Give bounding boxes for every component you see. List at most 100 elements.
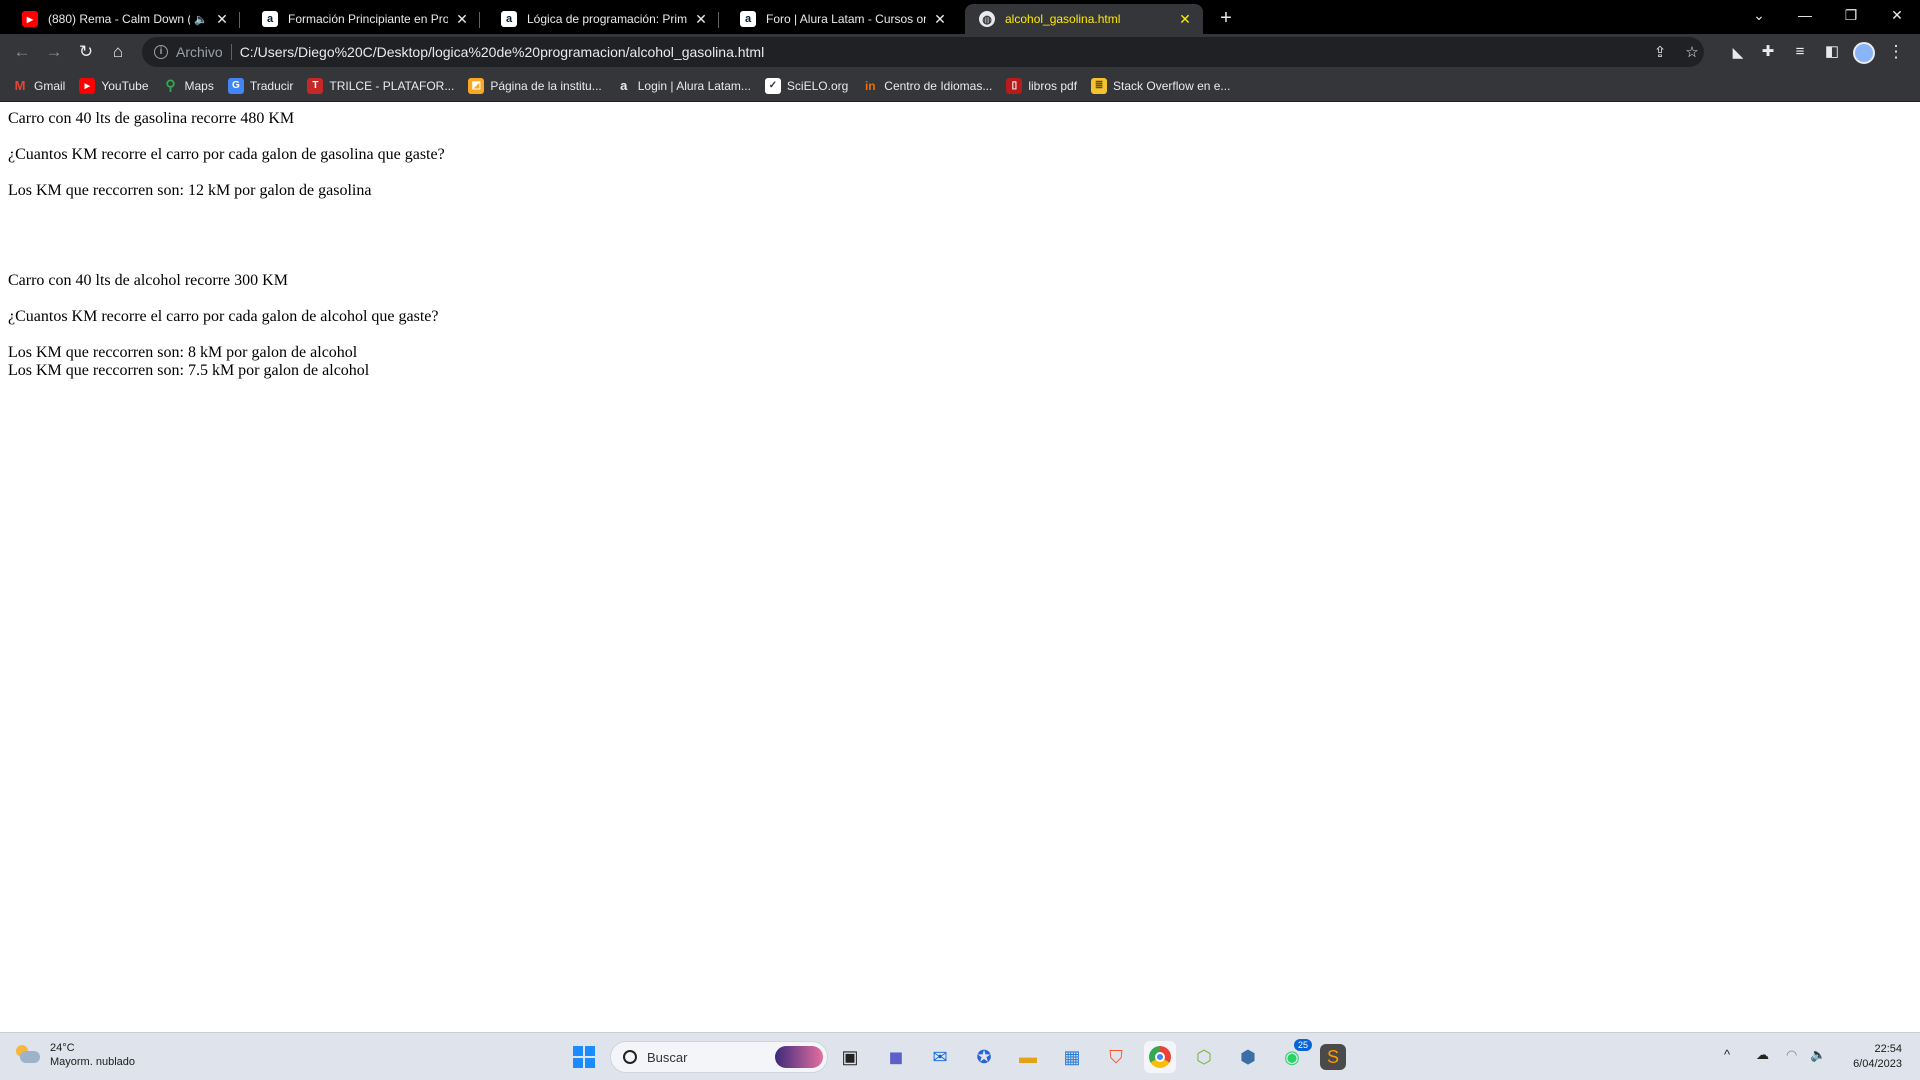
close-window-button[interactable]: ✕	[1874, 0, 1920, 30]
alura-icon: a	[501, 11, 517, 27]
close-icon[interactable]: ✕	[693, 11, 709, 28]
tab-title: (880) Rema - Calm Down (Ly	[48, 12, 191, 26]
media-control-icon[interactable]: ≡	[1788, 40, 1812, 64]
globe-icon: ◍	[979, 11, 995, 27]
bookmark-star-icon[interactable]: ☆	[1682, 43, 1702, 61]
tab-separator	[718, 12, 719, 28]
bookmark-label: Traducir	[249, 78, 294, 93]
clock-date: 6/04/2023	[1853, 1058, 1902, 1070]
tab-title: Formación Principiante en Progra	[288, 12, 448, 26]
file-explorer-icon[interactable]: ▬	[1012, 1041, 1044, 1073]
alcohol-result: Los KM que reccorren son: 8 kM por galon…	[8, 344, 358, 361]
speaker-icon[interactable]: 🔈	[194, 13, 208, 26]
bookmarks-bar: M Gmail ▶ YouTube ⚲ Maps G Traducir T TR…	[0, 70, 1920, 102]
volume-icon[interactable]: 🔈	[1810, 1047, 1826, 1063]
bookmark-idiomas[interactable]: in Centro de Idiomas...	[862, 78, 992, 94]
stackoverflow-icon: ≣	[1091, 77, 1108, 94]
bookmark-traducir[interactable]: G Traducir	[227, 77, 294, 94]
back-button[interactable]: ←	[10, 40, 34, 64]
tab-strip: ▶ (880) Rema - Calm Down (Ly 🔈 ✕ a Forma…	[0, 0, 1920, 34]
teams-chat-icon[interactable]: ◼	[880, 1041, 912, 1073]
tab-separator	[479, 12, 480, 28]
bookmark-institucion[interactable]: ◩ Página de la institu...	[468, 77, 602, 94]
alura-icon: a	[740, 11, 756, 27]
brave-icon[interactable]: ⛉	[1100, 1041, 1132, 1073]
bookmark-maps[interactable]: ⚲ Maps	[163, 77, 213, 94]
windows-start-icon[interactable]	[568, 1041, 600, 1073]
pdf-icon: ▯	[1006, 77, 1023, 94]
extensions-puzzle-icon[interactable]: ✚	[1756, 40, 1780, 64]
chrome-icon[interactable]	[1144, 1041, 1176, 1073]
bookmark-trilce[interactable]: T TRILCE - PLATAFOR...	[307, 77, 454, 94]
bookmark-gmail[interactable]: M Gmail	[12, 78, 66, 94]
reload-button[interactable]: ↻	[74, 40, 98, 64]
close-icon[interactable]: ✕	[1177, 11, 1193, 28]
bookmark-label: YouTube	[101, 78, 149, 93]
system-clock[interactable]: 22:54 6/04/2023	[1853, 1042, 1902, 1072]
share-icon[interactable]: ⇪	[1650, 43, 1670, 61]
bookmark-libros-pdf[interactable]: ▯ libros pdf	[1006, 77, 1077, 94]
wifi-icon[interactable]: ◠	[1786, 1047, 1797, 1063]
close-icon[interactable]: ✕	[932, 11, 948, 28]
task-view-icon[interactable]: ▣	[834, 1041, 866, 1073]
weather-cloudy-icon	[14, 1043, 42, 1067]
search-icon	[623, 1050, 637, 1064]
store-icon[interactable]: ▦	[1056, 1041, 1088, 1073]
bookmark-label: Gmail	[34, 78, 66, 93]
address-url[interactable]: C:/Users/Diego%20C/Desktop/logica%20de%2…	[240, 44, 765, 60]
tab-title: Foro | Alura Latam - Cursos onlin	[766, 12, 926, 26]
tab-title: Lógica de programación: Primero	[527, 12, 687, 26]
vpn-icon[interactable]: ✪	[968, 1041, 1000, 1073]
bookmark-youtube[interactable]: ▶ YouTube	[79, 77, 149, 94]
idiomas-icon: in	[864, 78, 876, 93]
tab-title: alcohol_gasolina.html	[1005, 12, 1121, 26]
toolbar: ← → ↻ ⌂ i Archivo C:/Users/Diego%20C/Des…	[0, 34, 1920, 70]
gasoline-statement: Carro con 40 lts de gasolina recorre 480…	[8, 110, 295, 127]
translate-icon: G	[227, 77, 244, 94]
bookmark-alura-login[interactable]: a Login | Alura Latam...	[616, 78, 751, 94]
profile-avatar[interactable]	[1852, 40, 1876, 64]
alcohol-question: ¿Cuantos KM recorre el carro por cada ga…	[8, 308, 439, 325]
info-icon[interactable]: i	[154, 45, 168, 59]
tab-logica[interactable]: a Lógica de programación: Primero ✕	[487, 4, 719, 34]
mail-icon[interactable]: ✉	[924, 1041, 956, 1073]
cube-app-icon[interactable]: ⬡	[1188, 1041, 1220, 1073]
alcohol-result-alt: Los KM que reccorren son: 7.5 kM por gal…	[8, 362, 370, 379]
weather-temp: 24°C	[50, 1042, 75, 1054]
tab-foro[interactable]: a Foro | Alura Latam - Cursos onlin ✕	[726, 4, 958, 34]
bookmark-scielo[interactable]: ✓ SciELO.org	[764, 77, 848, 94]
tab-search-button[interactable]: ⌄	[1736, 0, 1782, 30]
minimize-button[interactable]: —	[1782, 0, 1828, 30]
tab-formacion[interactable]: a Formación Principiante en Progra ✕	[248, 4, 480, 34]
alcohol-statement: Carro con 40 lts de alcohol recorre 300 …	[8, 272, 288, 289]
alura-icon: a	[262, 11, 278, 27]
bookmark-label: Stack Overflow en e...	[1113, 78, 1231, 93]
bookmark-stackoverflow[interactable]: ≣ Stack Overflow en e...	[1091, 77, 1231, 94]
whatsapp-icon[interactable]: ◉ 25	[1276, 1039, 1312, 1073]
taskbar-search[interactable]: Buscar	[610, 1041, 828, 1073]
virtualbox-icon[interactable]: ⬢	[1232, 1041, 1264, 1073]
weather-desc: Mayorm. nublado	[50, 1056, 135, 1068]
sublime-text-icon[interactable]: S	[1320, 1044, 1346, 1070]
weather-widget[interactable]: 24°C Mayorm. nublado	[14, 1041, 135, 1069]
forward-button[interactable]: →	[42, 40, 66, 64]
institution-icon: ◩	[468, 77, 485, 94]
extension-icon[interactable]: ◣	[1726, 40, 1750, 64]
home-button[interactable]: ⌂	[106, 40, 130, 64]
close-icon[interactable]: ✕	[214, 11, 230, 28]
onedrive-cloud-icon[interactable]: ☁	[1756, 1047, 1769, 1063]
youtube-icon: ▶	[22, 11, 38, 27]
new-tab-button[interactable]: +	[1214, 6, 1238, 30]
tab-youtube[interactable]: ▶ (880) Rema - Calm Down (Ly 🔈 ✕	[8, 4, 240, 34]
tab-alcohol-gasolina[interactable]: ◍ alcohol_gasolina.html ✕	[965, 4, 1203, 34]
address-divider	[230, 44, 232, 60]
side-panel-icon[interactable]: ◧	[1820, 40, 1844, 64]
taskbar: 24°C Mayorm. nublado Buscar ▣ ◼ ✉ ✪ ▬ ▦ …	[0, 1032, 1920, 1080]
chevron-up-icon[interactable]: ^	[1724, 1047, 1730, 1062]
menu-kebab-icon[interactable]: ⋮	[1884, 40, 1908, 64]
maps-icon: ⚲	[165, 77, 176, 93]
bookmark-label: Login | Alura Latam...	[637, 78, 751, 93]
address-bar[interactable]: i Archivo C:/Users/Diego%20C/Desktop/log…	[142, 37, 1704, 67]
restore-button[interactable]: ❐	[1828, 0, 1874, 30]
close-icon[interactable]: ✕	[454, 11, 470, 28]
